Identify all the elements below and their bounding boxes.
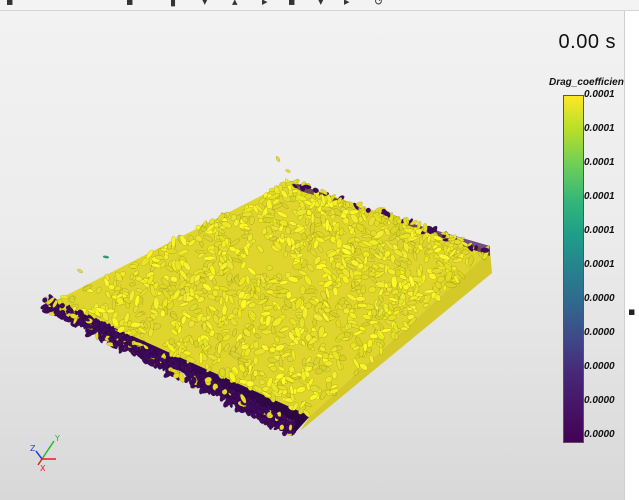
particle bbox=[169, 281, 177, 287]
panel-handle-icon[interactable]: ▪ bbox=[628, 305, 635, 318]
axis-y-line bbox=[41, 440, 55, 460]
colorbar-label-8: 0.0000 bbox=[584, 327, 615, 338]
particle bbox=[357, 303, 368, 308]
particle bbox=[350, 245, 355, 254]
axis-z-line bbox=[35, 450, 43, 460]
orientation-axes: Y Z X bbox=[30, 434, 60, 473]
particle bbox=[299, 285, 306, 295]
particle bbox=[258, 379, 266, 385]
particle bbox=[358, 345, 365, 358]
particle bbox=[193, 289, 204, 296]
particle bbox=[128, 264, 138, 269]
particle bbox=[422, 223, 428, 233]
particle bbox=[275, 156, 281, 162]
particle bbox=[165, 248, 178, 254]
particle bbox=[273, 304, 278, 312]
colorbar-label-7: 0.0000 bbox=[584, 293, 615, 304]
time-readout: 0.00 s bbox=[558, 31, 616, 53]
toolbar-button-7[interactable]: ▪ bbox=[288, 0, 295, 8]
toolbar: ▪ ▪ ▮ ▾ ▴ ▸ ▪ ▾ ▸ ↺ bbox=[0, 0, 639, 11]
toolbar-button-3[interactable]: ▮ bbox=[170, 0, 176, 8]
colorbar-label-4: 0.0001 bbox=[584, 191, 615, 202]
toolbar-button-8[interactable]: ▾ bbox=[318, 0, 324, 8]
axis-y-label: Y bbox=[54, 434, 60, 443]
particle bbox=[58, 304, 65, 308]
particle bbox=[347, 322, 352, 330]
particle bbox=[338, 228, 345, 236]
particle bbox=[431, 268, 443, 274]
colorbar-label-1: 0.0001 bbox=[584, 89, 615, 100]
colorbar-label-10: 0.0000 bbox=[584, 395, 615, 406]
particle bbox=[261, 329, 273, 335]
colorbar-label-6: 0.0001 bbox=[584, 259, 615, 270]
render-viewport[interactable]: 0.00 s Drag_coefficient 0.0001 0.0001 0.… bbox=[0, 11, 624, 500]
particle bbox=[402, 307, 409, 316]
particle bbox=[102, 255, 110, 259]
colorbar-label-9: 0.0000 bbox=[584, 361, 615, 372]
particle bbox=[324, 360, 333, 367]
toolbar-button-10[interactable]: ↺ bbox=[374, 0, 383, 8]
toolbar-button-2[interactable]: ▪ bbox=[126, 0, 133, 8]
particle bbox=[265, 265, 273, 271]
particle bbox=[279, 232, 286, 240]
toolbar-button-4[interactable]: ▾ bbox=[202, 0, 208, 8]
particle bbox=[153, 297, 160, 310]
particle bbox=[480, 247, 490, 253]
colorbar-label-11: 0.0000 bbox=[584, 429, 615, 440]
particle bbox=[299, 317, 305, 329]
particle bbox=[295, 313, 303, 319]
colorbar-title: Drag_coefficient bbox=[549, 77, 624, 88]
axis-z-label: Z bbox=[30, 444, 36, 453]
toolbar-button-5[interactable]: ▴ bbox=[232, 0, 238, 8]
particle bbox=[360, 274, 369, 280]
particle bbox=[77, 268, 83, 274]
particle bbox=[369, 333, 378, 339]
particle bbox=[410, 230, 415, 239]
particle bbox=[202, 321, 208, 332]
particle-field bbox=[40, 156, 490, 437]
particle bbox=[391, 276, 398, 289]
colorbar-label-3: 0.0001 bbox=[584, 157, 615, 168]
axis-x-label: X bbox=[40, 464, 46, 473]
colorbar-label-2: 0.0001 bbox=[584, 123, 615, 134]
particle bbox=[370, 230, 377, 237]
particle-scene bbox=[40, 156, 492, 437]
particle bbox=[149, 319, 155, 330]
particle bbox=[331, 371, 338, 379]
particle bbox=[253, 356, 259, 365]
colorbar bbox=[563, 95, 584, 443]
particle bbox=[111, 298, 116, 310]
particle bbox=[246, 380, 255, 387]
particle bbox=[354, 285, 363, 291]
particle bbox=[269, 346, 276, 353]
particle bbox=[336, 238, 343, 249]
particle bbox=[394, 269, 401, 277]
toolbar-button-1[interactable]: ▪ bbox=[6, 0, 13, 8]
particle bbox=[368, 286, 377, 293]
particle bbox=[198, 351, 203, 364]
particle bbox=[286, 355, 294, 362]
colorbar-label-5: 0.0001 bbox=[584, 225, 615, 236]
right-panel-edge: ▪ bbox=[624, 11, 639, 500]
toolbar-button-9[interactable]: ▸ bbox=[344, 0, 350, 8]
toolbar-button-6[interactable]: ▸ bbox=[262, 0, 268, 8]
particle bbox=[285, 169, 291, 173]
particle bbox=[45, 306, 51, 313]
